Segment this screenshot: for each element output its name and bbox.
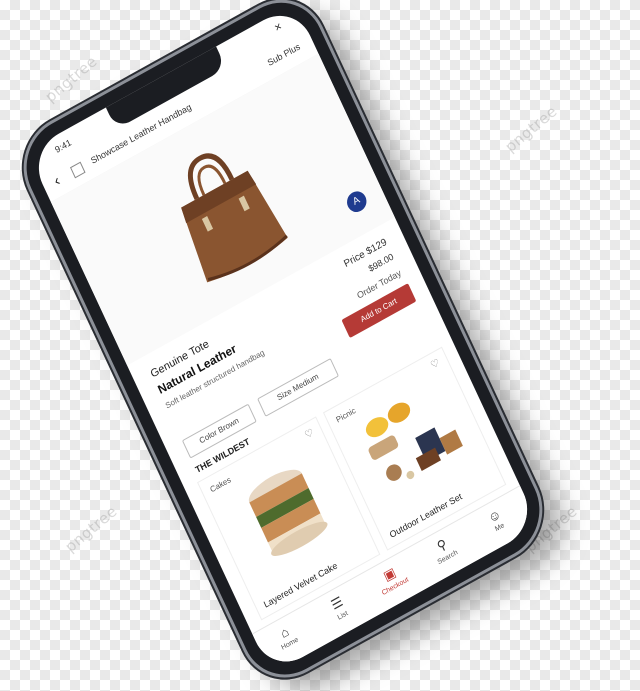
heart-icon[interactable]: ♡	[429, 357, 442, 371]
top-right-label[interactable]: Sub Plus	[266, 41, 302, 68]
heart-icon[interactable]: ♡	[303, 427, 316, 441]
add-to-cart-button[interactable]: Add to Cart	[341, 283, 417, 339]
badge-button[interactable]: A	[343, 187, 370, 216]
phone-mockup: 9:41 × ‹ Showcase Leather Handbag Sub Pl…	[11, 0, 599, 691]
phone-frame: 9:41 × ‹ Showcase Leather Handbag Sub Pl…	[11, 0, 555, 691]
handbag-image	[181, 153, 288, 283]
back-arrow-icon[interactable]: ‹	[51, 172, 63, 190]
card-label: Cakes	[208, 475, 233, 495]
nav-label: Me	[494, 522, 506, 534]
phone-screen: 9:41 × ‹ Showcase Leather Handbag Sub Pl…	[27, 2, 539, 675]
cake-image	[248, 469, 328, 556]
size-option[interactable]: Size Medium	[257, 358, 340, 417]
watermark: pngtree	[61, 502, 121, 556]
watermark: pngtree	[501, 102, 561, 156]
picnic-image	[365, 402, 463, 481]
close-icon[interactable]: ×	[272, 19, 284, 35]
watermark: pngtree	[41, 52, 101, 106]
tabs-icon[interactable]	[69, 161, 86, 179]
card-label: Picnic	[334, 405, 358, 425]
status-time: 9:41	[53, 137, 73, 155]
